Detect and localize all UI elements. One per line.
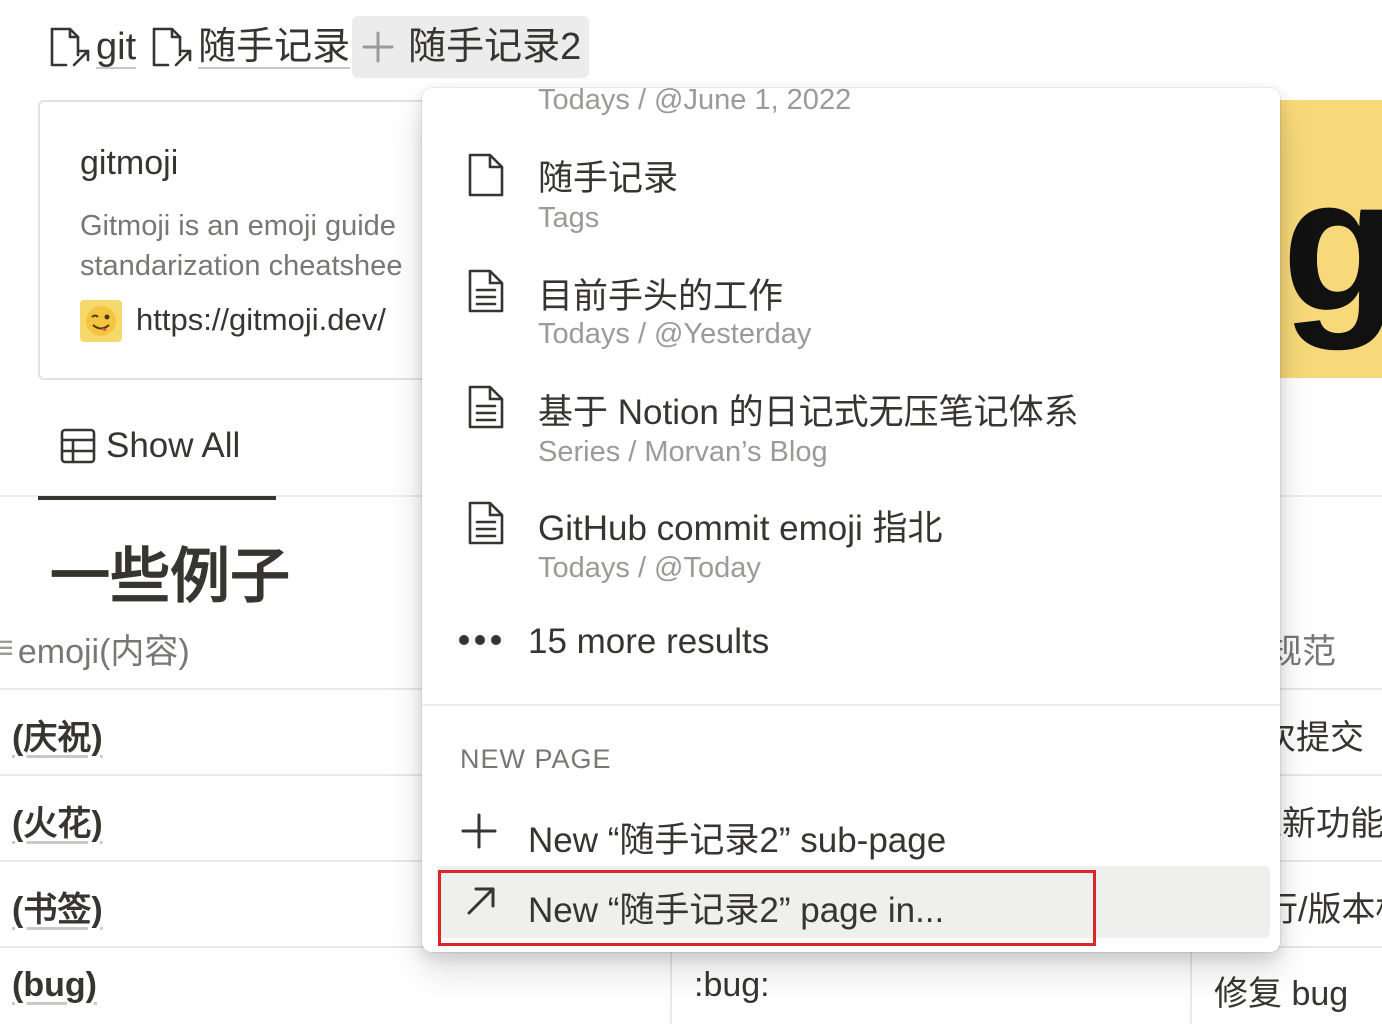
section-heading: 一些例子 [50,543,290,610]
text-property-icon: ≡ [0,629,14,667]
bookmark-description-line: standarization cheatshee [80,250,403,282]
result-subtitle: Tags [538,202,600,234]
more-results-label: 15 more results [528,622,770,661]
cover-letter: g [1282,139,1382,351]
menu-section-header: NEW PAGE [460,744,612,774]
tab-label: Show All [106,426,241,465]
bookmark-url[interactable]: https://gitmoji.dev/ [136,302,386,338]
table-icon [60,428,96,464]
bookmark-cover-image: g [1280,100,1382,378]
breadcrumb: git 随手记录 随手记录2 [48,16,590,78]
link-page-icon [48,25,92,69]
bookmark-description: Gitmoji is an emoji guide standarization… [80,206,440,286]
page-icon [466,152,506,198]
bookmark-description-line: Gitmoji is an emoji guide [80,210,396,242]
favicon-icon [80,300,122,342]
result-subtitle: Todays / @June 1, 2022 [538,88,852,116]
result-subtitle: Series / Morvan’s Blog [538,436,828,468]
result-title: 目前手头的工作 [538,277,784,316]
column-divider [1190,946,1192,1024]
row-desc: 修复 bug [1214,975,1349,1013]
result-title: 随手记录 [538,159,679,198]
page-text-icon [466,500,506,546]
more-dots-icon [458,632,502,648]
row-code: :bug: [694,966,770,1004]
page-text-icon [466,268,506,314]
row-name[interactable]: (bug) [12,966,97,1005]
query-text: 随手记录2 [408,26,582,68]
row-name[interactable]: (庆祝) [12,710,103,759]
result-subtitle: Todays / @Yesterday [538,318,812,350]
row-name[interactable]: (火花) [12,796,103,845]
page-text-icon [466,384,506,430]
mention-query[interactable]: 随手记录2 [352,16,590,78]
bookmark-title: gitmoji [80,144,179,182]
row-name[interactable]: (书签) [12,882,103,931]
tab-show-all[interactable]: Show All [38,420,276,500]
result-title: 基于 Notion 的日记式无压笔记体系 [538,393,1079,432]
result-subtitle: Todays / @Today [538,552,761,584]
annotation-highlight-box [438,870,1096,946]
result-title: GitHub commit emoji 指北 [538,509,943,548]
row-desc: 行/版本标 [1264,891,1382,929]
column-divider [670,946,672,1024]
new-subpage-label: New “随手记录2” sub-page [528,821,947,860]
link-page-icon [150,25,194,69]
menu-divider [422,704,1280,706]
column-header-label: emoji(内容) [17,633,190,671]
breadcrumb-link-notes[interactable]: 随手记录 [198,28,350,66]
plus-icon [360,29,396,65]
plus-icon [460,812,498,850]
column-header-emoji[interactable]: ≡ emoji(内容) [0,624,190,673]
breadcrumb-link-git[interactable]: git [96,28,136,66]
link-to-page-menu: Todays / @June 1, 2022 随手记录 Tags 目前手头的工作… [422,88,1280,952]
